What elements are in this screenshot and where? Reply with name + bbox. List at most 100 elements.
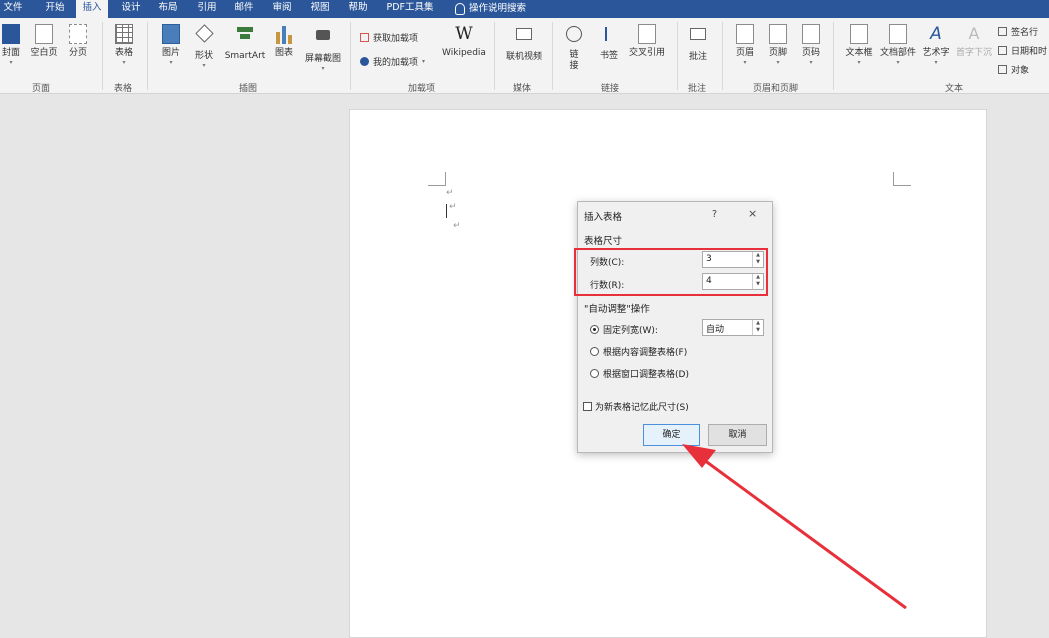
chart-label: 图表 (274, 48, 293, 58)
object-label: 对象 (1011, 66, 1030, 76)
tab-view[interactable]: 视图 (307, 0, 333, 18)
addin-icon (360, 57, 369, 66)
chevron-down-icon: ▾ (809, 59, 813, 66)
footer-icon (769, 24, 787, 44)
link-button[interactable]: 链 接 (563, 24, 585, 72)
bookmark-button[interactable]: 书签 (597, 24, 621, 62)
lightbulb-icon (455, 3, 465, 15)
fixed-width-option[interactable]: 固定列宽(W): (590, 323, 658, 336)
chevron-down-icon: ▾ (776, 59, 780, 66)
shapes-button[interactable]: 形状 ▾ (192, 24, 216, 69)
chevron-down-icon: ▾ (896, 59, 900, 66)
page-break-button[interactable]: 分页 (66, 24, 90, 59)
screenshot-button[interactable]: 屏幕截图 ▾ (302, 24, 344, 72)
chevron-down-icon: ▾ (122, 59, 126, 66)
autofit-heading: "自动调整"操作 (584, 304, 650, 315)
text-box-button[interactable]: 文本框 ▾ (843, 24, 875, 66)
text-box-label: 文本框 (845, 48, 873, 58)
blank-page-label: 空白页 (30, 48, 58, 58)
remember-size-option[interactable]: 为新表格记忆此尺寸(S) (583, 400, 689, 413)
my-addins-button[interactable]: 我的加载项 ▾ (360, 55, 425, 68)
smartart-button[interactable]: SmartArt (222, 24, 268, 62)
tab-layout[interactable]: 布局 (155, 0, 181, 18)
drop-cap-button[interactable]: A 首字下沉 (954, 24, 994, 59)
radio-icon[interactable] (590, 347, 599, 356)
object-icon (998, 65, 1007, 74)
signature-line-label: 签名行 (1011, 28, 1039, 38)
date-time-button[interactable]: 日期和时 (998, 44, 1047, 57)
video-icon (515, 28, 533, 48)
signature-icon (998, 27, 1007, 36)
help-button[interactable]: ? (712, 209, 717, 220)
quick-parts-button[interactable]: 文档部件 ▾ (877, 24, 919, 66)
chevron-down-icon: ▾ (422, 58, 426, 65)
tab-home[interactable]: 开始 (42, 0, 68, 18)
fixed-width-value: 自动 (706, 325, 725, 335)
ribbon-separator (350, 22, 351, 90)
picture-button[interactable]: 图片 ▾ (159, 24, 183, 66)
tab-references[interactable]: 引用 (194, 0, 220, 18)
tab-design[interactable]: 设计 (118, 0, 144, 18)
online-video-button[interactable]: 联机视频 (503, 24, 545, 63)
quick-parts-label: 文档部件 (879, 48, 916, 58)
ribbon-separator (102, 22, 103, 90)
close-button[interactable]: × (748, 207, 757, 220)
tab-review[interactable]: 审阅 (269, 0, 295, 18)
tab-insert[interactable]: 插入 (76, 0, 108, 19)
get-addins-button[interactable]: 获取加载项 (360, 31, 418, 44)
header-label: 页眉 (735, 48, 754, 58)
group-label-illustrations: 插图 (239, 84, 258, 94)
wordart-button[interactable]: A 艺术字 ▾ (920, 24, 952, 66)
comment-button[interactable]: 批注 (686, 24, 710, 63)
ribbon-separator (722, 22, 723, 90)
cross-reference-button[interactable]: 交叉引用 (626, 24, 668, 59)
object-button[interactable]: 对象 (998, 63, 1029, 76)
table-button[interactable]: 表格 ▾ (112, 24, 136, 66)
chart-button[interactable]: 图表 (273, 24, 295, 59)
tab-help[interactable]: 帮助 (345, 0, 371, 18)
autofit-window-option[interactable]: 根据窗口调整表格(D) (590, 367, 689, 380)
online-video-label: 联机视频 (505, 52, 542, 62)
page-number-icon (802, 24, 820, 44)
text-cursor (446, 204, 447, 218)
group-label-media: 媒体 (513, 84, 532, 94)
dialog-title: 插入表格 (584, 212, 623, 223)
header-button[interactable]: 页眉 ▾ (733, 24, 757, 66)
fixed-width-spinner[interactable]: 自动 ▲ ▼ (702, 319, 764, 336)
wordart-icon: A (930, 24, 942, 44)
ribbon-separator (147, 22, 148, 90)
footer-button[interactable]: 页脚 ▾ (766, 24, 790, 66)
get-addins-label: 获取加载项 (373, 34, 419, 44)
tab-pdf-tools[interactable]: PDF工具集 (384, 0, 436, 18)
shapes-label: 形状 (194, 51, 213, 61)
paragraph-mark-icon: ↵ (449, 202, 457, 212)
tab-mailings[interactable]: 邮件 (231, 0, 257, 18)
autofit-window-label: 根据窗口调整表格(D) (603, 370, 689, 380)
drop-cap-label: 首字下沉 (955, 48, 992, 58)
ribbon-separator (552, 22, 553, 90)
ribbon-separator (677, 22, 678, 90)
wikipedia-button[interactable]: W Wikipedia (440, 24, 488, 59)
cancel-button[interactable]: 取消 (708, 424, 767, 446)
group-label-addins: 加载项 (408, 84, 436, 94)
ribbon-tab-bar: 文件 开始 插入 设计 布局 引用 邮件 审阅 视图 帮助 PDF工具集 操作说… (0, 0, 1049, 19)
page-number-label: 页码 (801, 48, 820, 58)
radio-selected-icon[interactable] (590, 325, 599, 334)
signature-line-button[interactable]: 签名行 (998, 25, 1038, 38)
cover-page-button[interactable]: 封面 ▾ (0, 24, 22, 66)
header-icon (736, 24, 754, 44)
ok-button[interactable]: 确定 (643, 424, 700, 446)
fixed-width-label: 固定列宽(W): (603, 326, 658, 336)
comment-icon (689, 28, 707, 48)
tell-me-search[interactable]: 操作说明搜索 (455, 0, 545, 18)
checkbox-icon[interactable] (583, 402, 592, 411)
chevron-down-icon: ▾ (857, 59, 861, 66)
tab-file[interactable]: 文件 (2, 0, 24, 18)
wordart-label: 艺术字 (922, 48, 950, 58)
radio-icon[interactable] (590, 369, 599, 378)
page-number-button[interactable]: 页码 ▾ (799, 24, 823, 66)
bookmark-label: 书签 (599, 51, 618, 61)
blank-page-button[interactable]: 空白页 (28, 24, 60, 59)
spinner-arrows-icon[interactable]: ▲ ▼ (752, 320, 763, 335)
autofit-content-option[interactable]: 根据内容调整表格(F) (590, 345, 687, 358)
